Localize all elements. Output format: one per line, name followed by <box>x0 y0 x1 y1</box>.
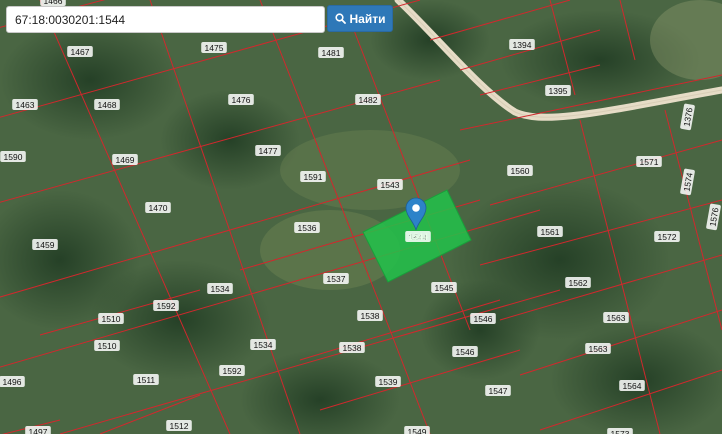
parcel-label-1546: 1546 <box>452 346 478 357</box>
svg-text:1591: 1591 <box>304 172 323 182</box>
svg-text:1459: 1459 <box>36 240 55 250</box>
svg-text:1547: 1547 <box>489 386 508 396</box>
parcel-label-1476: 1476 <box>228 94 254 105</box>
svg-text:1534: 1534 <box>211 284 230 294</box>
search-button[interactable]: Найти <box>327 5 393 32</box>
svg-text:1477: 1477 <box>259 146 278 156</box>
parcel-label-1469: 1469 <box>112 154 138 165</box>
parcel-label-1560: 1560 <box>507 165 533 176</box>
svg-text:1536: 1536 <box>298 223 317 233</box>
svg-text:1497: 1497 <box>29 427 48 434</box>
svg-text:1590: 1590 <box>4 152 23 162</box>
parcel-label-1394: 1394 <box>509 39 535 50</box>
parcel-label-1510: 1510 <box>98 313 124 324</box>
parcel-label-1592: 1592 <box>153 300 179 311</box>
svg-text:1592: 1592 <box>157 301 176 311</box>
svg-text:1562: 1562 <box>569 278 588 288</box>
svg-text:1394: 1394 <box>513 40 532 50</box>
svg-text:1546: 1546 <box>456 347 475 357</box>
svg-text:1543: 1543 <box>381 180 400 190</box>
search-input[interactable] <box>7 7 324 32</box>
selected-parcel-label: 1544 <box>408 232 428 242</box>
parcel-label-1496: 1496 <box>0 376 25 387</box>
svg-text:1496: 1496 <box>3 377 22 387</box>
parcel-label-1534: 1534 <box>207 283 233 294</box>
svg-text:1395: 1395 <box>549 86 568 96</box>
parcel-label-1564: 1564 <box>619 380 645 391</box>
svg-text:1539: 1539 <box>379 377 398 387</box>
svg-text:1481: 1481 <box>322 48 341 58</box>
parcel-label-1497: 1497 <box>25 426 51 434</box>
parcel-label-1592: 1592 <box>219 365 245 376</box>
svg-text:1592: 1592 <box>223 366 242 376</box>
svg-text:1545: 1545 <box>435 283 454 293</box>
parcel-label-1468: 1468 <box>94 99 120 110</box>
svg-text:1476: 1476 <box>232 95 251 105</box>
svg-text:1511: 1511 <box>137 375 156 385</box>
parcel-label-1571: 1571 <box>636 156 662 167</box>
svg-text:1467: 1467 <box>71 47 90 57</box>
svg-text:1560: 1560 <box>511 166 530 176</box>
svg-text:1510: 1510 <box>102 314 121 324</box>
parcel-label-1543: 1543 <box>377 179 403 190</box>
parcel-label-1549: 1549 <box>404 426 430 434</box>
svg-text:1468: 1468 <box>98 100 117 110</box>
parcel-label-1538: 1538 <box>339 342 365 353</box>
svg-text:1538: 1538 <box>361 311 380 321</box>
parcel-label-1395: 1395 <box>545 85 571 96</box>
svg-text:1537: 1537 <box>327 274 346 284</box>
parcel-label-1512: 1512 <box>166 420 192 431</box>
parcel-label-1539: 1539 <box>375 376 401 387</box>
parcel-label-1572: 1572 <box>654 231 680 242</box>
parcel-label-1459: 1459 <box>32 239 58 250</box>
parcel-label-1511: 1511 <box>133 374 159 385</box>
svg-text:1538: 1538 <box>343 343 362 353</box>
svg-text:1546: 1546 <box>474 314 493 324</box>
map-pin-dot <box>412 204 420 212</box>
parcel-label-1562: 1562 <box>565 277 591 288</box>
parcel-label-1510: 1510 <box>94 340 120 351</box>
parcel-label-1463: 1463 <box>12 99 38 110</box>
parcel-label-1537: 1537 <box>323 273 349 284</box>
search-bar <box>6 6 325 33</box>
parcel-label-1534: 1534 <box>250 339 276 350</box>
parcel-label-1591: 1591 <box>300 171 326 182</box>
svg-text:1463: 1463 <box>16 100 35 110</box>
parcel-label-1573: 1573 <box>607 428 633 434</box>
svg-text:1572: 1572 <box>658 232 677 242</box>
parcel-label-1536: 1536 <box>294 222 320 233</box>
parcel-label-1563: 1563 <box>585 343 611 354</box>
svg-text:1512: 1512 <box>170 421 189 431</box>
svg-text:1510: 1510 <box>98 341 117 351</box>
parcel-label-1563: 1563 <box>603 312 629 323</box>
svg-text:1573: 1573 <box>611 429 630 434</box>
svg-text:1563: 1563 <box>607 313 626 323</box>
cadastral-map[interactable]: 14661467 1475 1481139413951463 1468 1476 1482… <box>0 0 722 434</box>
parcel-label-1477: 1477 <box>255 145 281 156</box>
parcel-label-1481: 1481 <box>318 47 344 58</box>
parcel-label-1545: 1545 <box>431 282 457 293</box>
svg-text:1470: 1470 <box>149 203 168 213</box>
parcel-label-1546: 1546 <box>470 313 496 324</box>
svg-text:1564: 1564 <box>623 381 642 391</box>
parcel-label-1590: 1590 <box>0 151 26 162</box>
parcel-label-1547: 1547 <box>485 385 511 396</box>
parcel-label-1475: 1475 <box>201 42 227 53</box>
svg-text:1563: 1563 <box>589 344 608 354</box>
parcel-label-1482: 1482 <box>355 94 381 105</box>
parcel-label-1467: 1467 <box>67 46 93 57</box>
svg-text:1549: 1549 <box>408 427 427 434</box>
svg-text:1561: 1561 <box>541 227 560 237</box>
parcel-label-1470: 1470 <box>145 202 171 213</box>
svg-text:1482: 1482 <box>359 95 378 105</box>
svg-text:1534: 1534 <box>254 340 273 350</box>
parcel-label-1538: 1538 <box>357 310 383 321</box>
search-button-label: Найти <box>349 11 386 26</box>
parcel-label-1561: 1561 <box>537 226 563 237</box>
search-icon <box>334 13 346 24</box>
svg-text:1571: 1571 <box>640 157 659 167</box>
svg-text:1475: 1475 <box>205 43 224 53</box>
svg-text:1469: 1469 <box>116 155 135 165</box>
